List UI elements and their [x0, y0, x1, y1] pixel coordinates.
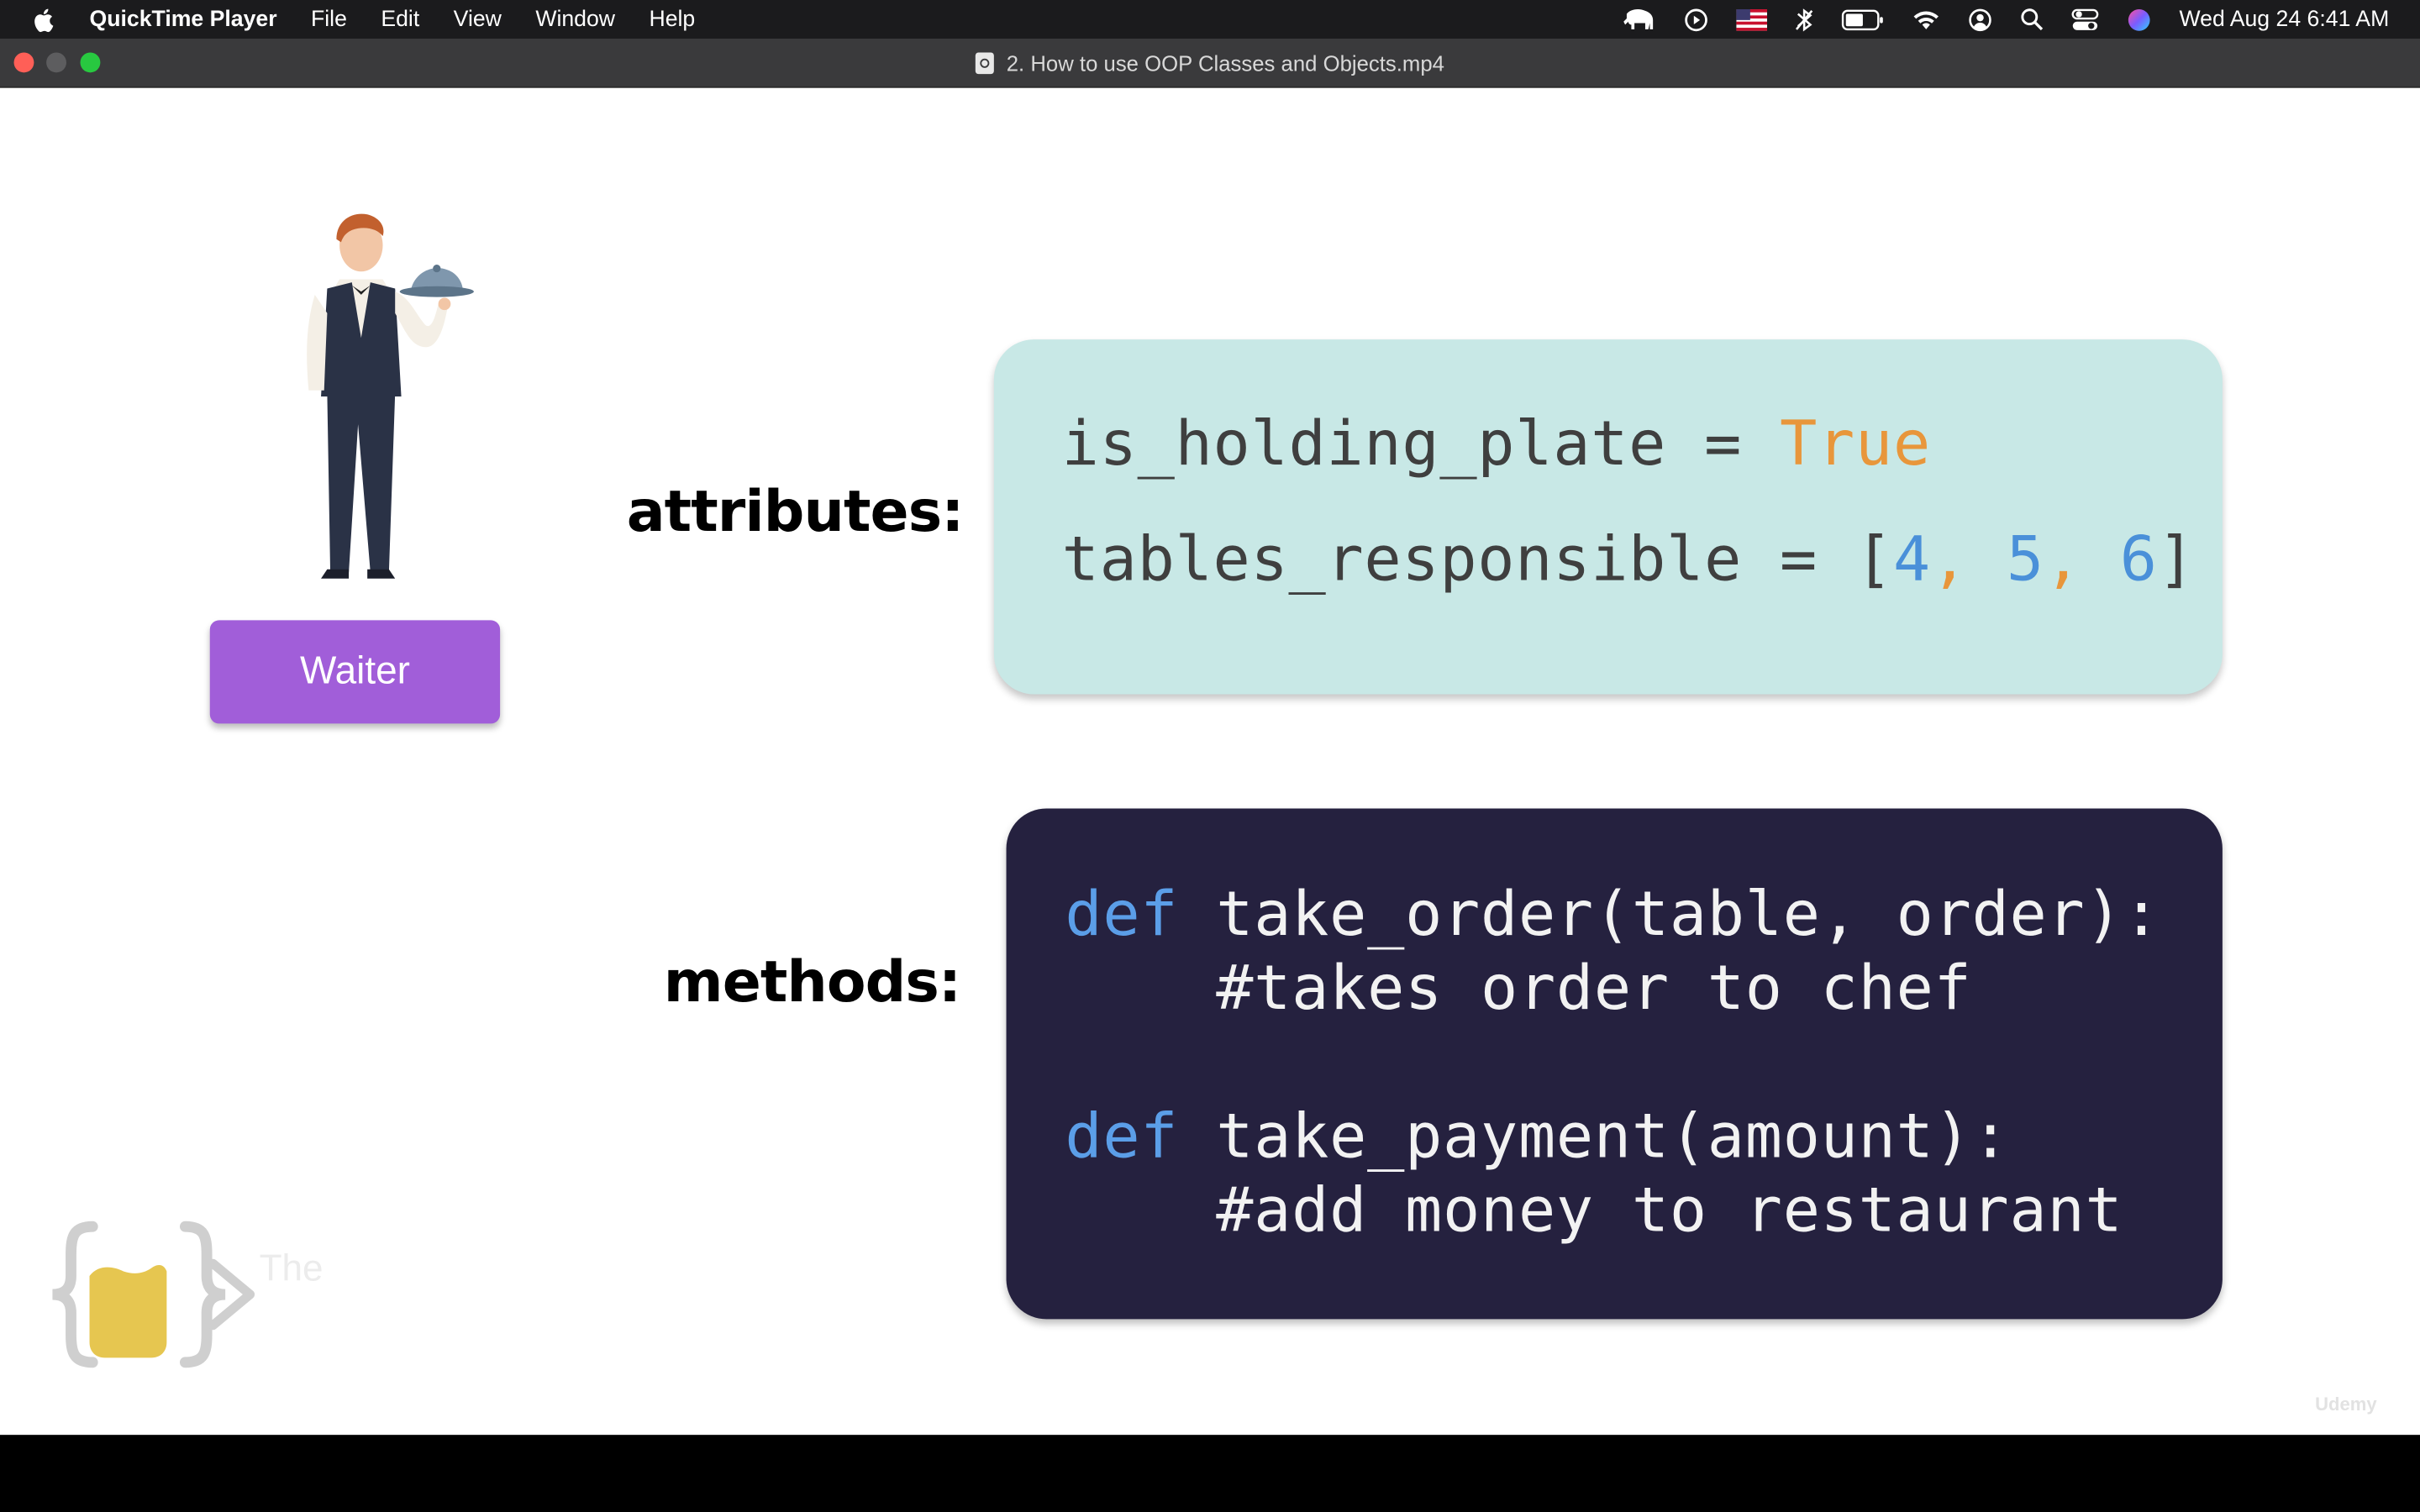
methods-code-panel: def take_order(table, order): #takes ord… — [1006, 808, 2223, 1320]
siri-icon[interactable] — [2127, 7, 2151, 31]
document-proxy-icon[interactable] — [976, 51, 995, 74]
table-number: 6 — [2119, 524, 2158, 596]
us-flag-icon[interactable] — [1736, 8, 1768, 30]
waiter-class-badge: Waiter — [209, 620, 501, 724]
def-keyword: def — [1065, 1101, 1179, 1173]
method-signature: take_order(table, order): — [1178, 879, 2161, 951]
elephant-icon[interactable] — [1622, 7, 1655, 31]
menu-file[interactable]: File — [311, 7, 347, 31]
methods-heading: methods: — [663, 948, 961, 1016]
apple-menu-icon[interactable] — [31, 5, 59, 33]
battery-icon[interactable] — [1841, 8, 1884, 30]
app-menu-quicktime[interactable]: QuickTime Player — [90, 7, 277, 31]
list-close-bracket: ] — [2157, 524, 2196, 596]
def-keyword: def — [1065, 879, 1179, 951]
attributes-heading: attributes: — [626, 478, 965, 545]
menu-view[interactable]: View — [454, 7, 502, 31]
window-title-bar: 2. How to use OOP Classes and Objects.mp… — [0, 38, 2420, 88]
status-area: Wed Aug 24 6:41 AM — [1594, 0, 2389, 39]
wifi-icon[interactable] — [1912, 8, 1940, 30]
window-title-wrap: 2. How to use OOP Classes and Objects.mp… — [0, 39, 2420, 87]
code-brackets-logo-icon — [52, 1221, 255, 1368]
menu-window[interactable]: Window — [535, 7, 615, 31]
method-line-take-payment: def take_payment(amount): — [1065, 1101, 2009, 1172]
attribute-value-true: True — [1780, 408, 1931, 480]
menu-bar: QuickTime Player File Edit View Window H… — [0, 0, 2420, 39]
search-icon[interactable] — [2020, 8, 2044, 31]
table-number: 4 — [1892, 524, 1931, 596]
video-frame[interactable]: Waiter attributes: methods: is_holding_p… — [0, 87, 2420, 1436]
menubar-clock[interactable]: Wed Aug 24 6:41 AM — [2180, 7, 2390, 31]
list-comma: , — [2044, 524, 2120, 596]
logo-text: The — [259, 1247, 324, 1290]
play-circle-icon[interactable] — [1684, 7, 1708, 31]
udemy-watermark: Udemy — [2315, 1393, 2377, 1415]
attribute-name: tables_responsible = [ — [1061, 524, 1893, 596]
method-line-take-order: def take_order(table, order): — [1065, 879, 2160, 950]
waiter-illustration-icon — [307, 213, 474, 579]
method-comment-take-payment: #add money to restaurant — [1065, 1175, 2123, 1247]
attribute-line-tables: tables_responsible = [4, 5, 6] — [1062, 524, 2196, 595]
bluetooth-icon[interactable] — [1795, 7, 1813, 31]
menu-edit[interactable]: Edit — [381, 7, 419, 31]
attribute-name: is_holding_plate = — [1061, 408, 1781, 480]
table-number: 5 — [2006, 524, 2044, 596]
attribute-line-holding-plate: is_holding_plate = True — [1062, 409, 1931, 480]
attributes-code-panel: is_holding_plate = True tables_responsib… — [993, 339, 2223, 695]
control-center-icon[interactable] — [2071, 7, 2099, 31]
user-icon[interactable] — [1968, 7, 1992, 31]
menu-help[interactable]: Help — [649, 7, 695, 31]
window-title: 2. How to use OOP Classes and Objects.mp… — [1006, 50, 1444, 76]
method-signature: take_payment(amount): — [1178, 1101, 2010, 1173]
list-comma: , — [1930, 524, 2007, 596]
method-comment-take-order: #takes order to chef — [1065, 953, 1972, 1025]
